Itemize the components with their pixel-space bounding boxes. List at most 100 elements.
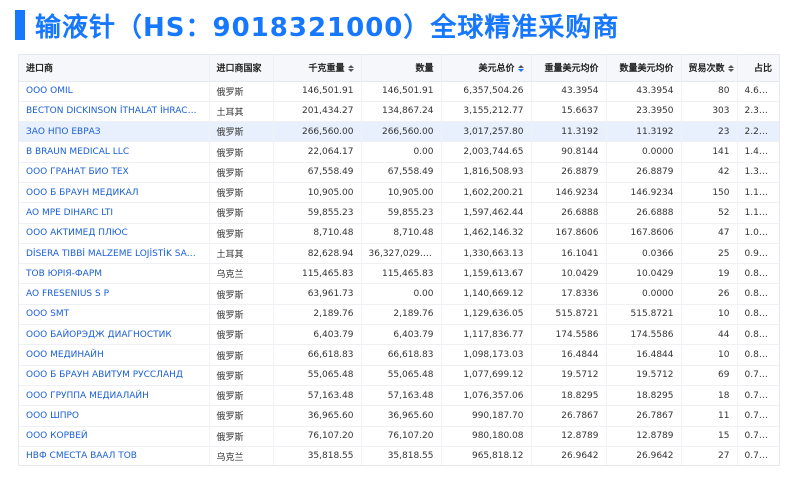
- cell-quantity: 35,818.55: [360, 446, 441, 465]
- page-title: 输液针（HS：9018321000）全球精准采购商: [35, 12, 620, 43]
- cell-country: 俄罗斯: [208, 182, 273, 204]
- cell-share: 0.82%: [736, 324, 779, 346]
- cell-importer[interactable]: OOO АКТИМЕД ПЛЮС: [19, 223, 209, 244]
- col-header-total-usd[interactable]: 美元总价: [440, 55, 531, 82]
- cell-importer[interactable]: AO FRESENIUS S P: [19, 283, 209, 305]
- cell-quantity: 146,501.91: [360, 81, 441, 102]
- importer-table: 进口商 进口商国家 千克重量 数量 美元总价 重量美元均价 数量美元均价 贸易次…: [19, 55, 779, 465]
- cell-qty-unit-price: 19.5712: [605, 365, 681, 386]
- table-row[interactable]: OOO Б БРАУН МЕДИКАЛ 俄罗斯 10,905.00 10,905.00…: [19, 182, 779, 204]
- cell-share: 0.79%: [736, 365, 779, 386]
- cell-country: 俄罗斯: [208, 162, 273, 183]
- cell-total-usd: 965,818.12: [440, 446, 531, 465]
- cell-weight-kg: 55,065.48: [272, 365, 361, 386]
- cell-country: 俄罗斯: [208, 304, 273, 326]
- col-header-quantity[interactable]: 数量: [360, 55, 441, 82]
- table-row[interactable]: OOO ГРАНАТ БИО ТЕХ 俄罗斯 67,558.49 67,558.49 1…: [19, 162, 779, 183]
- table-row[interactable]: OOO ШПРО 俄罗斯 36,965.60 36,965.60 990,187.70 2…: [19, 405, 779, 427]
- table-row[interactable]: OOO МЕДИНАЙН 俄罗斯 66,618.83 66,618.83 1,098,1…: [19, 344, 779, 366]
- table-row[interactable]: BECTON DICKINSON İTHALAT İHRACAT Lİ... 土耳…: [19, 101, 779, 123]
- table-row[interactable]: ТОВ ЮРІЯ-ФАРМ 乌克兰 115,465.83 115,465.83 1,15…: [19, 263, 779, 285]
- cell-share: 0.98%: [736, 243, 779, 265]
- cell-weight-unit-price: 26.9642: [530, 446, 606, 465]
- col-header-qty-unit-price[interactable]: 数量美元均价: [605, 55, 681, 82]
- cell-total-usd: 3,017,257.80: [440, 121, 531, 143]
- col-header-country[interactable]: 进口商国家: [208, 55, 273, 82]
- cell-share: 0.72%: [736, 426, 779, 447]
- sort-icon[interactable]: [517, 65, 524, 73]
- sort-icon[interactable]: [347, 65, 354, 73]
- cell-trade-count: 15: [680, 426, 737, 447]
- cell-trade-count: 26: [680, 283, 737, 305]
- col-header-trade-count[interactable]: 贸易次数: [680, 55, 737, 82]
- table-row[interactable]: AO MPE DIHARC LTI 俄罗斯 59,855.23 59,855.23 1,…: [19, 202, 779, 224]
- col-header-weight-kg[interactable]: 千克重量: [272, 55, 361, 82]
- cell-importer[interactable]: ЗАО НПО ЕВРАЗ: [19, 121, 209, 143]
- cell-quantity: 0.00: [360, 283, 441, 305]
- cell-weight-unit-price: 18.8295: [530, 385, 606, 407]
- cell-share: 1.18%: [736, 182, 779, 204]
- cell-qty-unit-price: 0.0000: [605, 141, 681, 163]
- cell-trade-count: 80: [680, 81, 737, 102]
- cell-trade-count: 69: [680, 365, 737, 386]
- table-row[interactable]: НВФ СМЕСТА ВААЛ ТОВ 乌克兰 35,818.55 35,818.55…: [19, 446, 779, 465]
- cell-country: 俄罗斯: [208, 405, 273, 427]
- cell-importer[interactable]: OOO БАЙОРЭДЖ ДИАГНОСТИК: [19, 324, 209, 346]
- cell-share: 1.07%: [736, 223, 779, 244]
- table-row[interactable]: AO FRESENIUS S P 俄罗斯 63,961.73 0.00 1,140,66…: [19, 283, 779, 305]
- cell-weight-kg: 6,403.79: [272, 324, 361, 346]
- cell-country: 俄罗斯: [208, 283, 273, 305]
- col-header-importer[interactable]: 进口商: [19, 55, 209, 82]
- cell-quantity: 76,107.20: [360, 426, 441, 447]
- cell-importer[interactable]: OOO Б БРАУН АВИТУМ РУССЛАНД: [19, 365, 209, 386]
- sort-icon[interactable]: [727, 65, 734, 73]
- cell-importer[interactable]: OOO SMT: [19, 304, 209, 326]
- cell-qty-unit-price: 167.8606: [605, 223, 681, 244]
- cell-importer[interactable]: OOO КОРВЕЙ: [19, 426, 209, 447]
- cell-total-usd: 1,098,173.03: [440, 344, 531, 366]
- cell-trade-count: 303: [680, 101, 737, 123]
- table-row[interactable]: ЗАО НПО ЕВРАЗ 俄罗斯 266,560.00 266,560.00 3,01…: [19, 121, 779, 143]
- cell-qty-unit-price: 11.3192: [605, 121, 681, 143]
- cell-share: 0.73%: [736, 405, 779, 427]
- cell-importer[interactable]: НВФ СМЕСТА ВААЛ ТОВ: [19, 446, 209, 465]
- cell-weight-kg: 67,558.49: [272, 162, 361, 183]
- cell-importer[interactable]: AO MPE DIHARC LTI: [19, 202, 209, 224]
- cell-importer[interactable]: DİSERA TIBBİ MALZEME LOJİSTİK SANAYİ ...: [19, 243, 209, 265]
- title-bar: 输液针（HS：9018321000）全球精准采购商: [0, 0, 800, 50]
- cell-importer[interactable]: B BRAUN MEDICAL LLC: [19, 141, 209, 163]
- cell-importer[interactable]: OOO ГРУППА МЕДИАЛАЙН: [19, 385, 209, 407]
- cell-weight-kg: 146,501.91: [272, 81, 361, 102]
- cell-qty-unit-price: 16.4844: [605, 344, 681, 366]
- table-row[interactable]: OOO OMIL 俄罗斯 146,501.91 146,501.91 6,357,504…: [19, 81, 779, 102]
- col-header-share[interactable]: 占比: [736, 55, 779, 82]
- cell-importer[interactable]: ТОВ ЮРІЯ-ФАРМ: [19, 263, 209, 285]
- cell-quantity: 57,163.48: [360, 385, 441, 407]
- cell-country: 俄罗斯: [208, 81, 273, 102]
- table-row[interactable]: B BRAUN MEDICAL LLC 俄罗斯 22,064.17 0.00 2,003…: [19, 141, 779, 163]
- table-row[interactable]: OOO КОРВЕЙ 俄罗斯 76,107.20 76,107.20 980,180.0…: [19, 426, 779, 447]
- col-header-weight-unit-price[interactable]: 重量美元均价: [530, 55, 606, 82]
- table-row[interactable]: DİSERA TIBBİ MALZEME LOJİSTİK SANAYİ ...…: [19, 243, 779, 265]
- cell-importer[interactable]: OOO Б БРАУН МЕДИКАЛ: [19, 182, 209, 204]
- cell-weight-kg: 8,710.48: [272, 223, 361, 244]
- cell-importer[interactable]: OOO ГРАНАТ БИО ТЕХ: [19, 162, 209, 183]
- cell-weight-kg: 82,628.94: [272, 243, 361, 265]
- table-row[interactable]: OOO Б БРАУН АВИТУМ РУССЛАНД 俄罗斯 55,065.48 5…: [19, 365, 779, 386]
- cell-qty-unit-price: 515.8721: [605, 304, 681, 326]
- cell-importer[interactable]: OOO OMIL: [19, 81, 209, 102]
- cell-country: 俄罗斯: [208, 365, 273, 386]
- cell-trade-count: 42: [680, 162, 737, 183]
- table-row[interactable]: OOO ГРУППА МЕДИАЛАЙН 俄罗斯 57,163.48 57,163.4…: [19, 385, 779, 407]
- table-row[interactable]: OOO SMT 俄罗斯 2,189.76 2,189.76 1,129,636.05 51…: [19, 304, 779, 326]
- table-row[interactable]: OOO БАЙОРЭДЖ ДИАГНОСТИК 俄罗斯 6,403.79 6,403.…: [19, 324, 779, 346]
- cell-share: 0.79%: [736, 385, 779, 407]
- cell-importer[interactable]: BECTON DICKINSON İTHALAT İHRACAT Lİ...: [19, 101, 209, 123]
- cell-importer[interactable]: OOO МЕДИНАЙН: [19, 344, 209, 366]
- cell-importer[interactable]: OOO ШПРО: [19, 405, 209, 427]
- importer-table-container: 进口商 进口商国家 千克重量 数量 美元总价 重量美元均价 数量美元均价 贸易次…: [18, 54, 780, 466]
- cell-total-usd: 3,155,212.77: [440, 101, 531, 123]
- table-row[interactable]: OOO АКТИМЕД ПЛЮС 俄罗斯 8,710.48 8,710.48 1,462…: [19, 223, 779, 244]
- cell-trade-count: 19: [680, 263, 737, 285]
- cell-country: 俄罗斯: [208, 324, 273, 346]
